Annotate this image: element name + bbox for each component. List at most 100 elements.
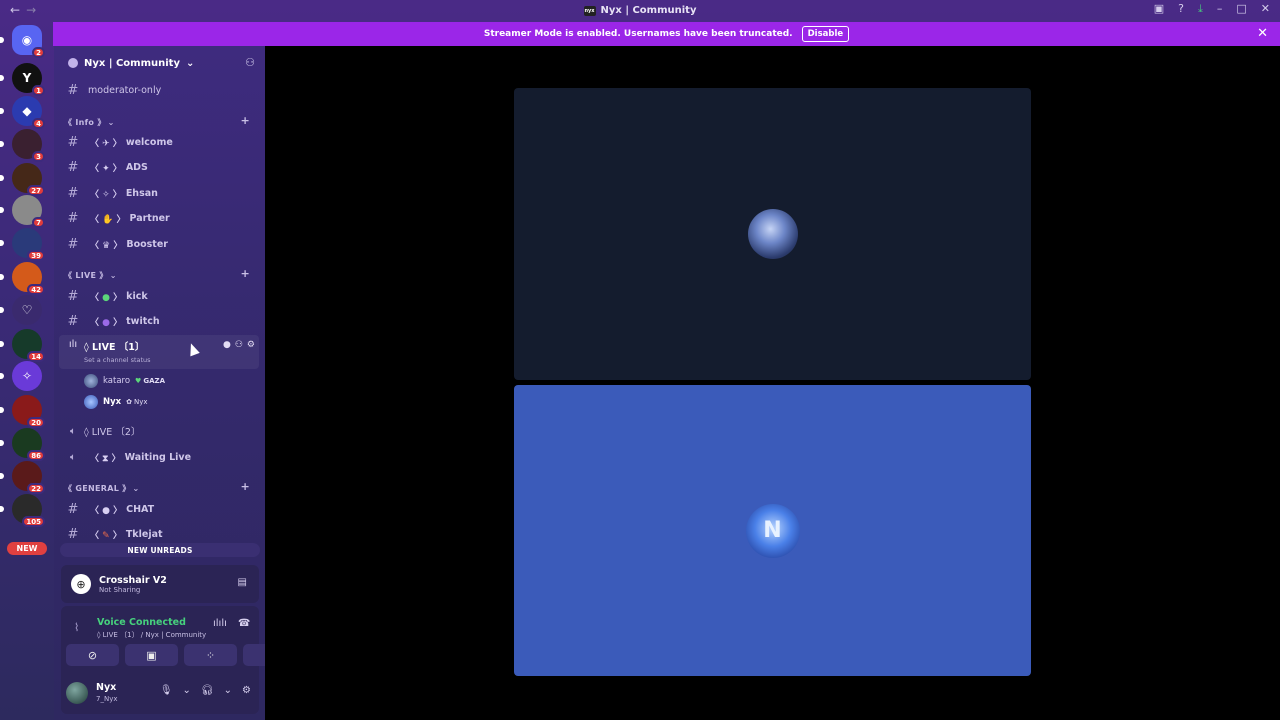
- server-glyph: ◉: [21, 33, 33, 47]
- camera-off-button[interactable]: ⊘: [66, 644, 119, 666]
- guild-name: Nyx | Community: [84, 57, 180, 69]
- participant-tile[interactable]: N: [514, 385, 1031, 676]
- mention-badge: 22: [27, 483, 45, 494]
- channel-label: ADS: [125, 161, 148, 173]
- server-icon[interactable]: ◆ 4: [12, 96, 45, 129]
- server-icon[interactable]: Y1: [12, 63, 45, 96]
- server-icon[interactable]: 3: [12, 129, 45, 162]
- unread-pill: [0, 207, 4, 213]
- category-live[interactable]: 《 LIVE 》 ⌄ +: [64, 267, 254, 282]
- channel-moderator-only[interactable]: # moderator-only: [59, 79, 259, 101]
- sparkle-emoji-icon: 〈 ✧ 〉: [90, 189, 122, 200]
- handshake-emoji-icon: 〈 ✋ 〉: [90, 214, 126, 225]
- unread-pill: [0, 307, 4, 313]
- server-icon[interactable]: 86: [12, 428, 45, 461]
- activity-subtitle: Not Sharing: [99, 585, 141, 594]
- forward-arrow-icon[interactable]: →: [26, 3, 36, 17]
- participant-tile[interactable]: [514, 88, 1031, 380]
- chat-icon[interactable]: ●: [223, 340, 231, 350]
- gear-icon[interactable]: ⚙: [242, 685, 251, 696]
- channel-kick[interactable]: # 〈 ● 〉 kick: [59, 285, 259, 307]
- guild-header[interactable]: Nyx | Community ⌄ ⚇: [54, 46, 265, 80]
- headphones-icon[interactable]: 🎧︎: [201, 685, 214, 696]
- new-unreads-bar[interactable]: NEW UNREADS: [60, 543, 260, 557]
- channel-status[interactable]: Set a channel status: [84, 356, 151, 364]
- download-icon[interactable]: ⤓: [1198, 2, 1203, 16]
- user-name[interactable]: Nyx: [96, 682, 116, 693]
- add-channel-icon[interactable]: +: [240, 480, 250, 493]
- server-icon[interactable]: ♡: [12, 295, 42, 325]
- minimize-icon[interactable]: –: [1217, 2, 1223, 16]
- server-icon[interactable]: 39: [12, 228, 45, 261]
- activities-button[interactable]: ⁘: [184, 644, 237, 666]
- share-screen-icon[interactable]: ▤: [238, 577, 247, 588]
- inbox-icon[interactable]: ▣: [1154, 2, 1164, 16]
- voice-connected-title[interactable]: Voice Connected: [97, 617, 186, 628]
- unread-pill: [0, 274, 4, 280]
- voice-channel-live1[interactable]: ılı ◊ LIVE 〔1〕 Set a channel status ● ⚇ …: [59, 335, 259, 369]
- server-icon[interactable]: 105: [12, 494, 45, 527]
- channel-label: Booster: [126, 238, 168, 250]
- app-window: ← → nyx Nyx | Community ▣ ? ⤓ – □ ✕ ◉ 2 Y 1…: [0, 0, 1280, 720]
- disable-button[interactable]: Disable: [801, 26, 850, 42]
- banner-text: Streamer Mode is enabled. Usernames have…: [483, 29, 793, 39]
- speaker-icon: 🔈︎: [70, 425, 76, 437]
- voice-user[interactable]: Nyx ✿ Nyx: [84, 393, 148, 411]
- maximize-icon[interactable]: □: [1236, 2, 1246, 16]
- channel-label: CHAT: [126, 503, 155, 515]
- help-icon[interactable]: ?: [1178, 2, 1184, 16]
- channel-welcome[interactable]: # 〈 ✈ 〉 welcome: [59, 131, 259, 153]
- server-icon[interactable]: 42: [12, 262, 45, 295]
- hash-icon: #: [67, 288, 79, 304]
- avatar[interactable]: [66, 682, 88, 704]
- megaphone-emoji-icon: 〈 ✦ 〉: [90, 163, 122, 174]
- mention-badge: 39: [27, 250, 45, 261]
- hash-icon: #: [67, 210, 79, 226]
- chevron-down-icon[interactable]: ⌄: [183, 685, 191, 696]
- channel-sidebar: Nyx | Community ⌄ ⚇ # moderator-only 《 I…: [54, 46, 296, 720]
- microphone-icon[interactable]: 🎙︎: [160, 685, 173, 696]
- channel-ehsan[interactable]: # 〈 ✧ 〉 Ehsan: [59, 182, 259, 204]
- mention-badge: 86: [27, 450, 45, 461]
- category-info[interactable]: 《 Info 》 ⌄ +: [64, 114, 254, 129]
- avatar: [84, 374, 98, 388]
- back-arrow-icon[interactable]: ←: [10, 3, 20, 17]
- noise-suppression-icon[interactable]: ılılı: [213, 618, 227, 629]
- voice-channel-live2[interactable]: 🔈︎ ◊ LIVE 〔2〕: [59, 420, 259, 442]
- channel-partner[interactable]: # 〈 ✋ 〉 Partner: [59, 207, 259, 229]
- avatar: N: [745, 503, 800, 558]
- voice-channel-waiting[interactable]: 🔈︎ 〈 ⧗ 〉 Waiting Live: [59, 446, 259, 468]
- close-icon[interactable]: ✕: [1257, 26, 1268, 41]
- voice-user[interactable]: kataro ♥ GAZA: [84, 372, 165, 390]
- purple-circle-icon: 〈 ● 〉: [90, 317, 123, 328]
- server-icon[interactable]: 7: [12, 195, 45, 228]
- server-icon[interactable]: 22: [12, 461, 45, 494]
- add-channel-icon[interactable]: +: [240, 267, 250, 280]
- invite-icon[interactable]: ⚇: [235, 340, 243, 350]
- add-channel-icon[interactable]: +: [240, 114, 250, 127]
- invite-people-icon[interactable]: ⚇: [245, 56, 255, 69]
- hash-icon: #: [67, 134, 79, 150]
- voice-connected-subtitle[interactable]: ◊ LIVE 〔1〕 / Nyx | Community: [97, 630, 206, 640]
- close-window-icon[interactable]: ✕: [1261, 2, 1270, 16]
- channel-booster[interactable]: # 〈 ♛ 〉 Booster: [59, 233, 259, 255]
- server-icon[interactable]: 14: [12, 329, 45, 362]
- channel-twitch[interactable]: # 〈 ● 〉 twitch: [59, 310, 259, 332]
- server-glyph: ◆: [22, 104, 32, 118]
- category-general[interactable]: 《 GENERAL 》 ⌄ +: [64, 480, 254, 495]
- channel-chat[interactable]: # 〈 ● 〉 CHAT: [59, 498, 259, 520]
- disconnect-icon[interactable]: ☎: [238, 618, 250, 629]
- server-icon[interactable]: 20: [12, 395, 45, 428]
- channel-label: Tklejat: [125, 528, 163, 540]
- chevron-down-icon[interactable]: ⌄: [224, 685, 232, 696]
- chevron-down-icon: ⌄: [107, 117, 115, 127]
- server-icon[interactable]: ✧: [12, 361, 42, 391]
- channel-ads[interactable]: # 〈 ✦ 〉 ADS: [59, 156, 259, 178]
- server-icon[interactable]: ◉ 2: [12, 25, 45, 58]
- screen-share-button[interactable]: ▣: [125, 644, 178, 666]
- new-servers-pill[interactable]: NEW: [7, 542, 47, 555]
- channel-tklejat[interactable]: # 〈 ✎ 〉 Tklejat: [59, 523, 259, 545]
- server-icon[interactable]: 27: [12, 163, 45, 196]
- hash-icon: #: [67, 501, 79, 517]
- gear-icon[interactable]: ⚙: [247, 340, 255, 350]
